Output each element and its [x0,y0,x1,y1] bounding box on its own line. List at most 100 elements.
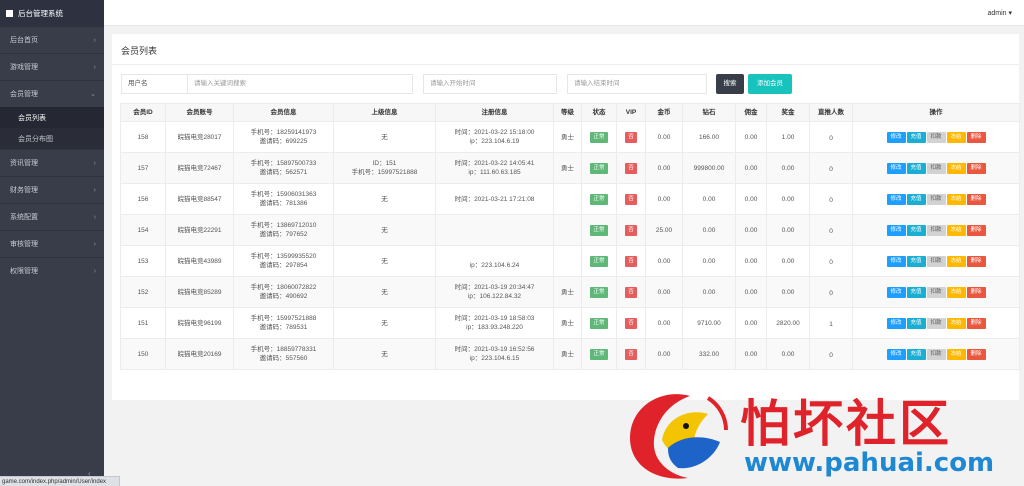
freeze-button[interactable]: 冻结 [946,193,966,205]
member-table: 会员ID 会员账号 会员信息 上级信息 注册信息 等级 状态 VIP 金币 钻石 佣金 奖金 直推人数操… [120,103,1020,370]
search-button[interactable]: 搜索 [716,74,744,94]
freeze-button[interactable]: 冻结 [946,348,966,360]
status-badge[interactable]: 正常 [590,286,608,298]
status-badge[interactable]: 正常 [590,348,608,360]
freeze-button[interactable]: 冻结 [946,286,966,298]
recharge-button[interactable]: 充值 [906,255,926,267]
deduct-button[interactable]: 扣款 [926,286,946,298]
vip-badge[interactable]: 否 [625,348,637,360]
edit-button[interactable]: 修改 [886,348,906,360]
delete-button[interactable]: 删除 [966,193,986,205]
freeze-button[interactable]: 冻结 [946,317,966,329]
edit-button[interactable]: 修改 [886,224,906,236]
sidebar-item-home[interactable]: 后台首页 › [0,26,104,53]
recharge-button[interactable]: 充值 [906,317,926,329]
member-id: 156 [137,195,149,203]
status-badge[interactable]: 正常 [590,193,608,205]
end-time-input[interactable]: 请输入结束时间 [567,74,707,94]
register-time: 时间：2021-03-19 20:34:47 [454,284,535,291]
deduct-button[interactable]: 扣款 [926,317,946,329]
freeze-button[interactable]: 冻结 [946,255,966,267]
recharge-button[interactable]: 充值 [906,131,926,143]
column-header: 注册信息 [435,103,554,122]
recharge-button[interactable]: 充值 [906,224,926,236]
status-badge[interactable]: 正常 [590,162,608,174]
freeze-button[interactable]: 冻结 [946,162,966,174]
sidebar-subitem-member-distribution[interactable]: 会员分布图 [0,128,104,149]
recharge-button[interactable]: 充值 [906,286,926,298]
sidebar-item-news[interactable]: 资讯管理 › [0,149,104,176]
recharge-button[interactable]: 充值 [906,348,926,360]
recharge-button[interactable]: 充值 [906,162,926,174]
keyword-input[interactable]: 请输入关键词搜索 [187,74,413,94]
sidebar-item-finance[interactable]: 财务管理 › [0,176,104,203]
vip-badge[interactable]: 否 [625,131,637,143]
sidebar-item-members[interactable]: 会员管理 ⌄ [0,80,104,107]
add-member-button[interactable]: 添加会员 [748,74,792,94]
delete-button[interactable]: 删除 [966,348,986,360]
vip-badge[interactable]: 否 [625,162,637,174]
delete-button[interactable]: 删除 [966,255,986,267]
delete-button[interactable]: 删除 [966,131,986,143]
diamond-value: 9710.00 [697,319,721,327]
delete-button[interactable]: 删除 [966,286,986,298]
table-row: 151 皖猫电竞96199 手机号：15997521888 邀请码：789531 无 时间… [120,307,1020,339]
sidebar-item-audit[interactable]: 审核管理 › [0,230,104,257]
table-cell: 0.00 [735,245,767,277]
table-cell: 勇士 [553,121,582,153]
edit-button[interactable]: 修改 [886,162,906,174]
deduct-button[interactable]: 扣款 [926,162,946,174]
status-badge[interactable]: 正常 [590,317,608,329]
delete-button[interactable]: 删除 [966,317,986,329]
sidebar-item-settings[interactable]: 系统配置 › [0,203,104,230]
column-header: VIP [616,103,646,122]
search-bar: 用户名 请输入关键词搜索 请输入开始时间 请输入结束时间 搜索 添加会员 [121,74,821,94]
deduct-button[interactable]: 扣款 [926,348,946,360]
vip-badge[interactable]: 否 [625,255,637,267]
edit-button[interactable]: 修改 [886,255,906,267]
table-cell: 无 [333,214,436,246]
member-invite-code: 邀请码：490692 [259,293,308,300]
direct-count: 0 [829,290,833,297]
sidebar-subitem-member-list[interactable]: 会员列表 [0,107,104,128]
chevron-right-icon: › [93,267,96,275]
vip-badge[interactable]: 否 [625,224,637,236]
table-cell: 皖猫电竞88547 [165,183,234,215]
watermark-url: www.pahuai.com [744,448,995,478]
deduct-button[interactable]: 扣款 [926,193,946,205]
freeze-button[interactable]: 冻结 [946,131,966,143]
freeze-button[interactable]: 冻结 [946,224,966,236]
table-cell: 0.00 [766,214,810,246]
deduct-button[interactable]: 扣款 [926,131,946,143]
deduct-button[interactable]: 扣款 [926,224,946,236]
vip-badge[interactable]: 否 [625,317,637,329]
member-level: 勇士 [561,350,574,358]
member-account: 皖猫电竞96199 [177,319,222,327]
status-badge[interactable]: 正常 [590,224,608,236]
start-time-input[interactable]: 请输入开始时间 [423,74,557,94]
status-badge[interactable]: 正常 [590,131,608,143]
table-cell: 2820.00 [766,307,810,339]
member-phone: 手机号：15906031363 [250,191,317,198]
sidebar-item-games[interactable]: 游戏管理 › [0,53,104,80]
sidebar-item-permissions[interactable]: 权限管理 › [0,257,104,284]
direct-count: 0 [829,166,833,173]
chevron-right-icon: › [93,159,96,167]
edit-button[interactable]: 修改 [886,131,906,143]
edit-button[interactable]: 修改 [886,317,906,329]
table-cell: 修改 充值 扣款 冻结 删除 [852,214,1020,246]
edit-button[interactable]: 修改 [886,286,906,298]
status-badge[interactable]: 正常 [590,255,608,267]
table-cell: 无 [333,245,436,277]
delete-button[interactable]: 删除 [966,224,986,236]
recharge-button[interactable]: 充值 [906,193,926,205]
edit-button[interactable]: 修改 [886,193,906,205]
vip-badge[interactable]: 否 [625,193,637,205]
deduct-button[interactable]: 扣款 [926,255,946,267]
chevron-right-icon: › [93,63,96,71]
vip-badge[interactable]: 否 [625,286,637,298]
member-id: 157 [137,164,149,172]
table-cell: 0.00 [766,338,810,370]
delete-button[interactable]: 删除 [966,162,986,174]
admin-user-menu[interactable]: admin ▾ [987,9,1012,17]
